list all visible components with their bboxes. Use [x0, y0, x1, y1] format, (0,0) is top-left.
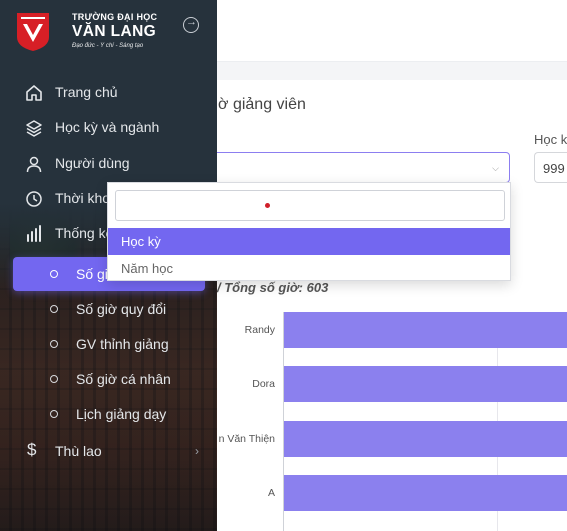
circle-icon [50, 340, 58, 348]
arrow-right-icon: → [186, 16, 197, 28]
semester-label: Học k [534, 132, 567, 147]
sidebar-subitem-personal-hours[interactable]: Số giờ cá nhân [0, 362, 217, 396]
chevron-down-icon: ⌵ [492, 163, 499, 173]
circle-icon [50, 410, 58, 418]
cursor-indicator [265, 203, 270, 208]
sidebar-item-label: Học kỳ và ngành [55, 119, 160, 135]
dropdown-option-school-year[interactable]: Năm học [108, 255, 510, 282]
tick-label-1: Dora [252, 378, 275, 390]
sidebar-item-payment[interactable]: $ Thù lao › [0, 436, 217, 466]
user-icon [26, 156, 42, 173]
brand-text: TRƯỜNG ĐẠI HỌC VĂN LANG Đạo đức - Ý chí … [72, 12, 157, 49]
sidebar-item-label: Trang chủ [55, 84, 118, 100]
sidebar-subitem-visiting-lecturers[interactable]: GV thỉnh giảng [0, 327, 217, 361]
top-navbar [217, 0, 567, 62]
year-input[interactable]: 999 [534, 152, 567, 183]
home-icon [26, 85, 42, 101]
bar-randy [284, 312, 567, 348]
page-title: ờ giảng viên [218, 96, 306, 113]
clock-icon [26, 191, 42, 207]
sidebar-subitem-teaching-schedule[interactable]: Lịch giảng dạy [0, 397, 217, 431]
bar-a [284, 475, 567, 511]
total-hours-summary: / Tổng số giờ: 603 [217, 280, 329, 295]
dollar-icon: $ [27, 440, 37, 459]
collapse-sidebar-button[interactable]: → [183, 16, 199, 33]
brand-slogan: Đạo đức - Ý chí - Sáng tạo [72, 43, 144, 49]
bar-thien [284, 421, 567, 457]
dropdown-option-semester[interactable]: Học kỳ [108, 228, 510, 255]
sidebar-item-label: Thống kê [55, 225, 114, 241]
tick-label-2: n Văn Thiện [218, 433, 275, 445]
bar-dora [284, 366, 567, 402]
sidebar-subitem-converted-hours[interactable]: Số giờ quy đổi [0, 292, 217, 326]
sidebar-item-label: Thù lao [55, 443, 102, 459]
brand-name: VĂN LANG [72, 23, 157, 40]
vanlang-logo-icon [17, 13, 49, 51]
sidebar-subitem-label: GV thỉnh giảng [76, 336, 169, 352]
hours-bar-chart: Randy Dora n Văn Thiện A [217, 298, 567, 531]
type-select[interactable]: ⌵ [217, 152, 510, 183]
brand-line1: TRƯỜNG ĐẠI HỌC [72, 12, 158, 22]
tick-label-0: Randy [244, 324, 275, 336]
sidebar-item-users[interactable]: Người dùng [0, 148, 217, 178]
sidebar-subitem-label: Số giờ quy đổi [76, 301, 167, 317]
layers-icon [26, 120, 42, 137]
circle-icon [50, 375, 58, 383]
tick-label-3: A [267, 487, 275, 499]
circle-icon [50, 270, 58, 278]
dropdown-search-input[interactable] [115, 190, 505, 221]
sidebar-item-semesters[interactable]: Học kỳ và ngành [0, 112, 217, 142]
sidebar-subitem-label: Lịch giảng dạy [76, 406, 167, 422]
chevron-right-icon: › [195, 444, 199, 458]
bar-chart-icon [27, 225, 41, 242]
circle-icon [50, 305, 58, 313]
type-dropdown-menu: Học kỳ Năm học [107, 182, 511, 281]
sidebar-subitem-label: Số giờ cá nhân [76, 371, 171, 387]
sidebar-item-home[interactable]: Trang chủ [0, 77, 217, 107]
sidebar-item-label: Người dùng [55, 155, 130, 171]
